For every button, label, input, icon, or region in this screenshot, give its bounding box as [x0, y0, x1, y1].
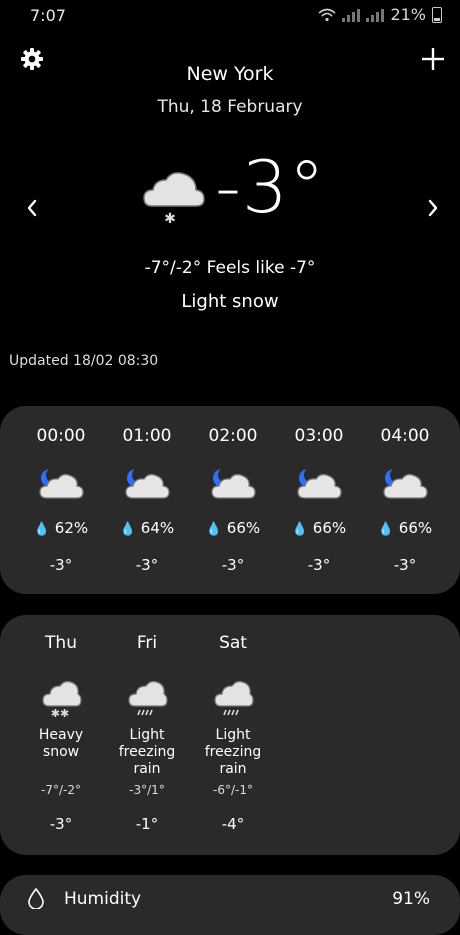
freezing-rain-icon [214, 680, 254, 716]
date-label: Thu, 18 February [157, 97, 303, 117]
status-bar: 7:07 21% [0, 0, 460, 30]
chevron-left-icon[interactable] [24, 198, 40, 218]
day-range: -3°/1° [129, 783, 165, 797]
hour-temperature: -3° [393, 556, 417, 574]
day-range: -7°/-2° [41, 783, 81, 797]
cloudy-night-icon [297, 467, 342, 499]
rain-probability: 💧 64% [119, 519, 175, 537]
signal-icon-2 [366, 8, 385, 22]
droplet-icon: 💧 [291, 522, 309, 537]
hour-temperature: -3° [221, 556, 245, 574]
wifi-icon [318, 8, 336, 21]
svg-text:✱: ✱ [164, 211, 176, 227]
day-temperature: -1° [135, 815, 159, 833]
cloudy-night-icon [39, 467, 84, 499]
hour-temperature: -3° [49, 556, 73, 574]
battery-icon [432, 6, 442, 23]
day-name: Thu [45, 633, 77, 653]
rain-probability: 💧 66% [291, 519, 347, 537]
hour-time: 03:00 [294, 426, 344, 446]
hour-time: 04:00 [380, 426, 430, 446]
humidity-value: 91% [392, 889, 430, 909]
droplet-icon [28, 887, 44, 909]
day-temperature: -4° [221, 815, 245, 833]
battery-percent: 21% [390, 5, 426, 24]
light-snow-icon: ✱ [143, 172, 205, 227]
current-temperature: -3° [215, 145, 326, 229]
day-name: Fri [136, 633, 158, 653]
cloudy-night-icon [383, 467, 428, 499]
day-condition: Heavy snow [38, 727, 84, 760]
chevron-right-icon[interactable] [425, 198, 441, 218]
svg-text:✱✱: ✱✱ [51, 707, 69, 719]
hourly-forecast-card[interactable]: 00:00 💧 62% -3° 01:00 💧 64% -3° 02:00 💧 … [0, 406, 460, 594]
day-range: -6°/-1° [213, 783, 253, 797]
city-name: New York [186, 63, 274, 85]
day-condition: Light freezing rain [204, 727, 262, 777]
droplet-icon: 💧 [119, 522, 137, 537]
hour-time: 00:00 [36, 426, 86, 446]
hour-time: 01:00 [122, 426, 172, 446]
hour-temperature: -3° [135, 556, 159, 574]
droplet-icon: 💧 [205, 522, 223, 537]
day-name: Sat [219, 633, 247, 653]
rain-probability: 💧 62% [33, 519, 89, 537]
day-temperature: -3° [49, 815, 73, 833]
current-condition: Light snow [181, 291, 279, 312]
temp-range-feels-like: -7°/-2° Feels like -7° [144, 258, 316, 278]
cloudy-night-icon [125, 467, 170, 499]
freezing-rain-icon [128, 680, 168, 716]
droplet-icon: 💧 [377, 522, 395, 537]
humidity-label: Humidity [64, 889, 142, 909]
updated-timestamp: Updated 18/02 08:30 [9, 353, 159, 369]
hour-time: 02:00 [208, 426, 258, 446]
droplet-icon: 💧 [33, 522, 51, 537]
day-condition: Light freezing rain [118, 727, 176, 777]
status-time: 7:07 [30, 6, 66, 25]
rain-probability: 💧 66% [205, 519, 261, 537]
humidity-card: Humidity 91% [0, 875, 460, 935]
signal-icon [342, 8, 361, 22]
cloudy-night-icon [211, 467, 256, 499]
rain-probability: 💧 66% [377, 519, 433, 537]
hour-temperature: -3° [307, 556, 331, 574]
daily-forecast-card[interactable]: Thu ✱✱ Heavy snow -7°/-2° -3° Fri Light fr… [0, 615, 460, 855]
heavy-snow-icon: ✱✱ [42, 680, 82, 719]
status-indicators: 21% [318, 5, 442, 24]
